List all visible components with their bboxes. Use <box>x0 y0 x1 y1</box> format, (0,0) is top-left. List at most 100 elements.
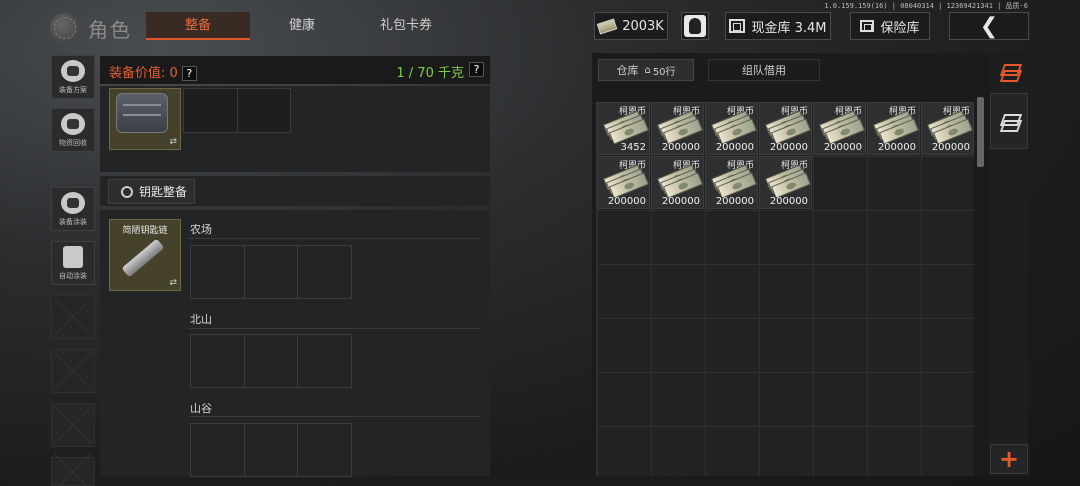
key-grid-farm[interactable] <box>190 245 352 299</box>
rail-empty-slot <box>51 457 95 486</box>
loadout-value: 装备价值: 0? <box>109 62 197 81</box>
tab-loadout[interactable]: 整备 <box>146 12 250 40</box>
item-quantity: 200000 <box>931 142 970 153</box>
warehouse-item[interactable]: 柯恩币200000 <box>813 102 866 155</box>
rail-label: 装备涂装 <box>59 218 87 226</box>
warehouse-item[interactable]: 柯恩币200000 <box>759 102 812 155</box>
deposit-layers-icon <box>1000 114 1018 128</box>
cash-stack-icon <box>926 110 973 145</box>
divider <box>188 416 481 417</box>
add-button[interactable]: + <box>990 444 1028 474</box>
item-quantity: 3452 <box>620 142 646 153</box>
back-button[interactable]: ❮ <box>949 12 1029 40</box>
warehouse-item[interactable]: 柯恩币200000 <box>597 156 650 209</box>
cash-icon <box>596 17 618 35</box>
auto-paint-icon <box>63 246 83 268</box>
warehouse-scrollbar[interactable] <box>977 97 984 167</box>
divider <box>188 328 481 329</box>
tab-gift-vouchers[interactable]: 礼包卡券 <box>354 12 458 40</box>
page-title: 角色 <box>88 18 132 42</box>
rail-label: 自动涂装 <box>59 272 87 280</box>
cash-stack-icon <box>764 164 811 199</box>
map-label-farm: 农场 <box>190 223 212 236</box>
swap-icon: ⇄ <box>169 137 177 147</box>
warehouse-item[interactable]: 柯恩币200000 <box>705 156 758 209</box>
recycle-icon <box>61 113 85 135</box>
rail-recycle[interactable]: 物资回收 <box>51 108 95 152</box>
cash-stack-icon <box>602 110 649 145</box>
warehouse-tab-label: 仓库 <box>616 64 639 77</box>
rail-loadout-plans[interactable]: 装备方案 <box>51 55 95 99</box>
cash-stack-icon <box>656 164 703 199</box>
keychain-icon <box>121 238 165 278</box>
weight-readout: 1 / 70 千克 <box>396 66 464 81</box>
tab-team-borrow[interactable]: 组队借用 <box>708 59 820 81</box>
tab-health[interactable]: 健康 <box>252 12 352 40</box>
key-grid-north-hill[interactable] <box>190 334 352 388</box>
cash-vault-button[interactable]: 现金库 3.4M <box>725 12 831 40</box>
keychain-slot[interactable]: 简陋钥匙链 ⇄ <box>109 219 181 291</box>
item-quantity: 200000 <box>661 142 700 153</box>
weight-help-icon[interactable]: ? <box>469 62 484 77</box>
sort-button[interactable] <box>990 55 1028 87</box>
vault-button[interactable]: 保险库 <box>850 12 930 40</box>
rail-equipment-paint[interactable]: 装备涂装 <box>51 187 95 231</box>
warehouse-header: 仓库 ⌂ 50行 组队借用 <box>596 57 974 83</box>
rail-empty-slot <box>51 403 95 447</box>
warehouse-item[interactable]: 柯恩币3452 <box>597 102 650 155</box>
avatar-button[interactable] <box>681 12 709 40</box>
rail-auto-paint[interactable]: 自动涂装 <box>51 241 95 285</box>
globe-logo-icon <box>50 13 80 43</box>
cash-stack-icon <box>710 110 757 145</box>
divider <box>188 238 481 239</box>
cash-stack-icon <box>710 164 757 199</box>
warehouse-item[interactable]: 柯恩币200000 <box>651 102 704 155</box>
warehouse-item[interactable]: 柯恩币200000 <box>651 156 704 209</box>
cash-stack-icon <box>872 110 919 145</box>
warehouse-item[interactable]: 柯恩币200000 <box>705 102 758 155</box>
helmet-icon <box>61 60 85 82</box>
item-quantity: 200000 <box>877 142 916 153</box>
key-loadout-label: 钥匙整备 <box>139 185 188 199</box>
deposit-button[interactable] <box>990 93 1028 149</box>
sort-layers-icon <box>1000 64 1018 78</box>
house-icon: ⌂ <box>644 64 651 76</box>
tab-warehouse[interactable]: 仓库 ⌂ 50行 <box>598 59 694 81</box>
item-quantity: 200000 <box>715 142 754 153</box>
cash-stack-icon <box>818 110 865 145</box>
map-label-valley: 山谷 <box>190 402 212 415</box>
loadout-value-bar: 装备价值: 0? 1 / 70 千克 ? <box>100 56 490 84</box>
top-bar: 角色 整备 健康 礼包卡券 2003K 现金库 3.4M 保险库 ❮ <box>0 10 1080 43</box>
map-label-north-hill: 北山 <box>190 313 212 326</box>
warehouse-item[interactable]: 柯恩币200000 <box>921 102 974 155</box>
item-quantity: 200000 <box>607 196 646 207</box>
warehouse-item[interactable]: 柯恩币200000 <box>867 102 920 155</box>
key-loadout-button[interactable]: 钥匙整备 <box>108 179 195 204</box>
warehouse-item[interactable]: 柯恩币200000 <box>759 156 812 209</box>
item-quantity: 200000 <box>715 196 754 207</box>
rail-empty-slot <box>51 349 95 393</box>
operator-avatar-icon <box>684 15 706 37</box>
secure-case-slot[interactable]: ⇄ <box>109 88 181 150</box>
swap-icon: ⇄ <box>169 278 177 288</box>
money-amount: 2003K <box>622 18 664 34</box>
item-quantity: 200000 <box>769 142 808 153</box>
vault-label: 保险库 <box>880 20 920 36</box>
vault-icon <box>860 20 875 32</box>
key-grid-valley[interactable] <box>190 423 352 477</box>
rail-empty-slot <box>51 295 95 339</box>
money-display[interactable]: 2003K <box>594 12 668 40</box>
secure-case-grid[interactable] <box>183 88 291 133</box>
safe-icon <box>729 19 746 33</box>
rail-label: 物资回收 <box>59 139 87 147</box>
rail-label: 装备方案 <box>59 86 87 94</box>
warehouse-rows: 50行 <box>652 66 676 78</box>
secure-case-icon <box>116 93 168 133</box>
cash-stack-icon <box>602 164 649 199</box>
cash-stack-icon <box>656 110 703 145</box>
chevron-left-icon: ❮ <box>979 13 999 39</box>
cash-stack-icon <box>764 110 811 145</box>
value-help-icon[interactable]: ? <box>181 66 197 81</box>
item-quantity: 200000 <box>823 142 862 153</box>
operator-paint-icon <box>61 192 85 214</box>
